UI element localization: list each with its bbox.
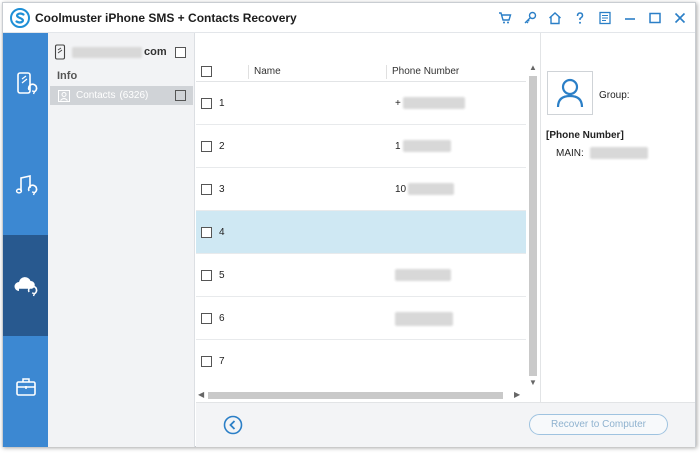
scroll-left-arrow-icon[interactable]: ◀ — [198, 390, 204, 399]
scroll-down-arrow-icon[interactable]: ▼ — [529, 378, 537, 387]
row-checkbox[interactable] — [201, 270, 212, 281]
device-name-redacted — [72, 46, 142, 58]
phone-redacted — [408, 183, 455, 195]
table-row[interactable]: 2 1 — [196, 125, 526, 168]
scroll-up-arrow-icon[interactable]: ▲ — [529, 63, 537, 72]
row-phone: 1 — [395, 140, 451, 152]
main-phone-label: MAIN: — [556, 147, 584, 159]
app-logo-icon — [10, 8, 30, 28]
row-checkbox[interactable] — [201, 184, 212, 195]
maximize-icon[interactable] — [645, 8, 664, 28]
row-checkbox[interactable] — [201, 141, 212, 152]
device-name-suffix: com — [144, 46, 167, 58]
row-checkbox[interactable] — [201, 356, 212, 367]
row-number: 4 — [219, 227, 225, 238]
rail-item-toolbox[interactable] — [3, 336, 48, 437]
music-restore-icon — [15, 174, 37, 195]
main-phone-redacted — [589, 147, 648, 159]
help-icon[interactable] — [570, 8, 589, 28]
phone-redacted — [395, 312, 453, 326]
row-phone — [395, 269, 451, 281]
phone-redacted — [402, 140, 451, 152]
key-icon[interactable] — [520, 8, 539, 28]
back-button-icon[interactable] — [223, 415, 243, 435]
row-phone-prefix: 10 — [395, 183, 407, 195]
iphone-icon — [54, 44, 66, 60]
row-number: 5 — [219, 270, 225, 281]
table-row[interactable]: 5 — [196, 254, 526, 297]
bottom-bar: Recover to Computer — [196, 402, 695, 447]
vertical-scrollbar[interactable]: ▲ ▼ — [526, 62, 540, 388]
contact-detail-panel: Group: [Phone Number] MAIN: — [540, 33, 695, 402]
row-phone: + — [395, 97, 465, 109]
rail-item-phone-recovery[interactable] — [3, 33, 48, 134]
phone-number-heading: [Phone Number] — [546, 130, 624, 141]
table-header: Name Phone Number — [196, 62, 526, 82]
phone-redacted — [395, 269, 451, 281]
horizontal-scroll-thumb[interactable] — [208, 392, 503, 399]
minimize-icon[interactable] — [620, 8, 639, 28]
row-number: 7 — [219, 356, 225, 367]
info-section-label: Info — [57, 70, 78, 82]
contacts-label: Contacts — [76, 90, 116, 101]
titlebar-icons — [495, 8, 689, 28]
row-number: 2 — [219, 141, 225, 152]
column-header-phone[interactable]: Phone Number — [392, 66, 459, 77]
rail-item-music-recovery[interactable] — [3, 134, 48, 235]
row-checkbox[interactable] — [201, 227, 212, 238]
cart-icon[interactable] — [495, 8, 514, 28]
recover-to-computer-button[interactable]: Recover to Computer — [529, 414, 668, 435]
phone-redacted — [402, 97, 465, 109]
table-row[interactable]: 6 — [196, 297, 526, 340]
contacts-count: (6326) — [119, 90, 149, 101]
column-header-name[interactable]: Name — [254, 66, 281, 77]
title-bar: Coolmuster iPhone SMS + Contacts Recover… — [3, 3, 695, 33]
app-title: Coolmuster iPhone SMS + Contacts Recover… — [35, 11, 297, 25]
contacts-list: Name Phone Number 1 + 2 1 3 10 4 5 6 7 ▲… — [196, 33, 540, 402]
contact-avatar — [547, 71, 593, 115]
row-phone-prefix: 1 — [395, 140, 401, 152]
person-icon — [556, 78, 584, 108]
feedback-icon[interactable] — [595, 8, 614, 28]
vertical-scroll-thumb[interactable] — [529, 76, 537, 376]
group-label: Group: — [599, 90, 630, 101]
contacts-icon — [58, 89, 70, 102]
column-separator — [248, 65, 249, 79]
row-number: 6 — [219, 313, 225, 324]
main-phone-row: MAIN: — [556, 147, 648, 159]
contacts-checkbox[interactable] — [175, 90, 186, 101]
tree-item-contacts[interactable]: Contacts (6326) — [50, 86, 193, 105]
cloud-restore-icon — [14, 276, 37, 296]
row-number: 3 — [219, 184, 225, 195]
row-checkbox[interactable] — [201, 313, 212, 324]
column-separator — [386, 65, 387, 79]
close-icon[interactable] — [670, 8, 689, 28]
device-checkbox[interactable] — [174, 46, 186, 58]
rail-item-icloud-recovery[interactable] — [3, 235, 48, 336]
mode-rail — [3, 33, 48, 447]
select-all-checkbox[interactable] — [201, 66, 212, 77]
table-row[interactable]: 7 — [196, 340, 526, 383]
row-phone — [395, 312, 453, 326]
scroll-right-arrow-icon[interactable]: ▶ — [514, 390, 520, 399]
app-window: Coolmuster iPhone SMS + Contacts Recover… — [2, 2, 696, 447]
row-phone-prefix: + — [395, 97, 401, 109]
table-row-selected[interactable]: 4 — [196, 211, 526, 254]
horizontal-scrollbar[interactable]: ◀ ▶ — [196, 388, 526, 402]
row-number: 1 — [219, 98, 225, 109]
toolbox-icon — [15, 377, 36, 396]
table-row[interactable]: 3 10 — [196, 168, 526, 211]
table-row[interactable]: 1 + — [196, 82, 526, 125]
row-phone: 10 — [395, 183, 455, 195]
row-checkbox[interactable] — [201, 98, 212, 109]
home-icon[interactable] — [545, 8, 564, 28]
device-tree: com Info Contacts (6326) — [48, 33, 195, 447]
phone-restore-icon — [16, 71, 37, 94]
device-node[interactable]: com — [54, 43, 190, 61]
